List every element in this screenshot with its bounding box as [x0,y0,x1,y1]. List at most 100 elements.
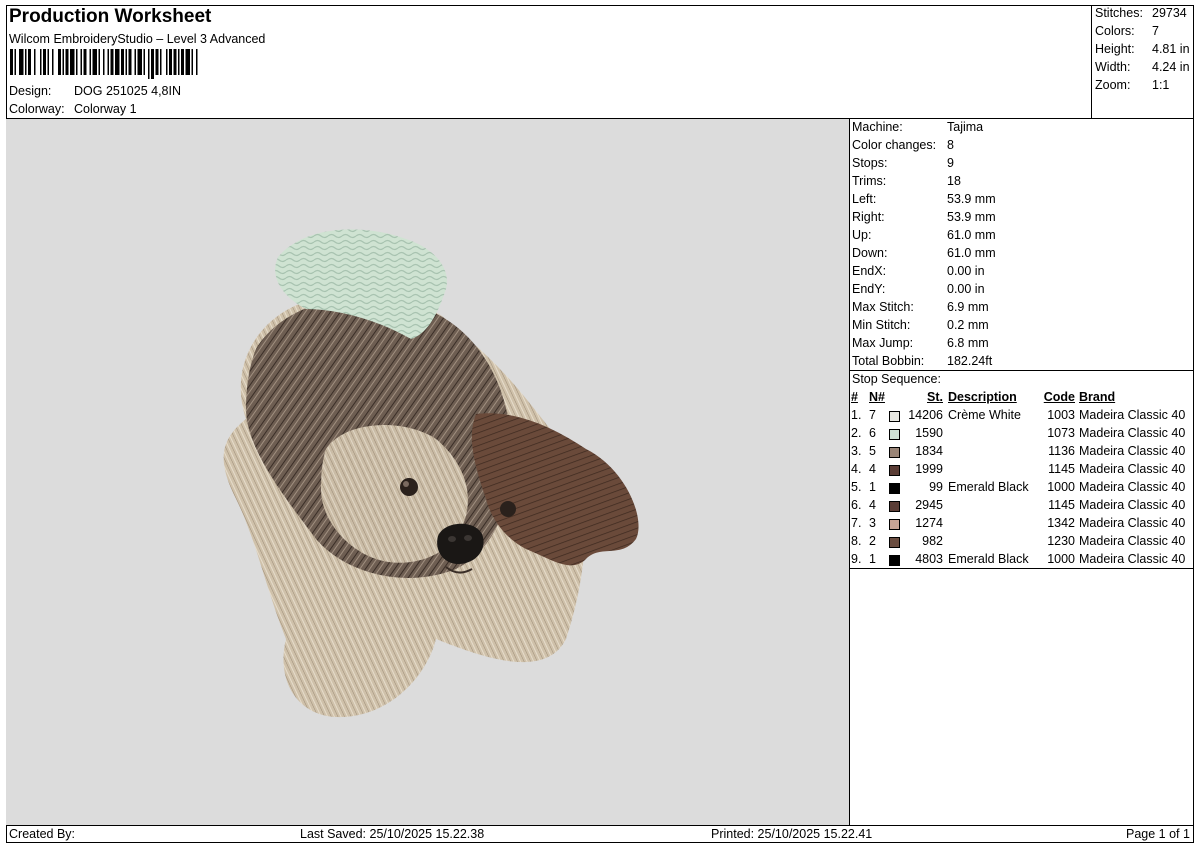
footer-rule [6,825,1194,826]
machine-info-value: 6.8 mm [947,336,989,350]
machine-info-value: 0.2 mm [947,318,989,332]
machine-info-label: Max Stitch: [852,300,914,314]
machine-info-label: Min Stitch: [852,318,911,332]
thread-brand: Madeira Classic 40 [1079,480,1186,494]
needle-number: 1 [869,552,876,566]
stitch-count: 1999 [915,462,943,476]
machine-info-row: Left: 53.9 mm [852,192,1182,210]
stat-label: Colors: [1095,24,1135,38]
machine-info-label: EndX: [852,264,887,278]
needle-number: 3 [869,516,876,530]
machine-info: Machine: Tajima Color changes: 8 Stops: 9 Trim… [852,120,1182,372]
needle-number: 5 [869,444,876,458]
created-by: Created By: [9,827,76,841]
stitch-count: 982 [922,534,943,548]
stop-sequence-bottom-rule [849,568,1194,569]
thread-code: 1230 [1047,534,1075,548]
machine-info-row: Trims: 18 [852,174,1182,192]
machine-info-value: 8 [947,138,954,152]
stat-label: Stitches: [1095,6,1143,20]
software-name: Wilcom EmbroideryStudio – Level 3 Advanc… [9,32,266,46]
stat-value: 4.81 in [1152,42,1190,56]
thread-brand: Madeira Classic 40 [1079,552,1186,566]
machine-info-label: Trims: [852,174,887,188]
thread-brand: Madeira Classic 40 [1079,498,1186,512]
stat-row: Stitches: 29734 [1095,6,1191,24]
machine-info-value: 0.00 in [947,264,985,278]
thread-brand: Madeira Classic 40 [1079,408,1186,422]
machine-info-label: Machine: [852,120,903,134]
col-stitches: St. [927,390,943,404]
stat-label: Zoom: [1095,78,1131,92]
machine-info-value: 182.24ft [947,354,993,368]
machine-info-value: 61.0 mm [947,246,996,260]
stop-sequence-rule [849,370,1194,371]
machine-info-row: Machine: Tajima [852,120,1182,138]
stat-row: Width: 4.24 in [1095,60,1191,78]
thread-brand: Madeira Classic 40 [1079,462,1186,476]
stitch-count: 2945 [915,498,943,512]
stat-row: Colors: 7 [1095,24,1191,42]
machine-info-value: 18 [947,174,961,188]
machine-info-row: Stops: 9 [852,156,1182,174]
stat-value: 29734 [1152,6,1187,20]
needle-number: 6 [869,426,876,440]
thread-code: 1000 [1047,552,1075,566]
machine-info-value: 0.00 in [947,282,985,296]
stop-sequence-row: 4. 4 1999 1145 Madeira Classic 40 [851,462,1193,480]
needle-number: 2 [869,534,876,548]
stitch-count: 4803 [915,552,943,566]
worksheet-title: Production Worksheet [9,6,212,27]
machine-info-label: Total Bobbin: [852,354,925,368]
stat-label: Height: [1095,42,1135,56]
stitch-count: 1834 [915,444,943,458]
stop-sequence-header: # N# St. Description Code Brand [851,390,1193,408]
barcode-image [10,49,198,79]
stat-value: 4.24 in [1152,60,1190,74]
machine-info-row: Color changes: 8 [852,138,1182,156]
machine-info-row: EndY: 0.00 in [852,282,1182,300]
thread-code: 1145 [1048,498,1075,512]
machine-info-row: Up: 61.0 mm [852,228,1182,246]
machine-info-label: Down: [852,246,888,260]
thread-code: 1003 [1047,408,1075,422]
design-stats: Stitches: 29734 Colors: 7 Height: 4.81 in Widt… [1095,6,1191,96]
stat-value: 1:1 [1152,78,1170,92]
stop-sequence-row: 1. 7 14206 Crème White 1003 Madeira Classic 4… [851,408,1193,426]
colorway-label: Colorway: [9,102,65,116]
stitch-count: 14206 [908,408,943,422]
thread-description: Emerald Black [948,480,1029,494]
needle-number: 1 [869,480,876,494]
stop-sequence-row: 5. 1 99 Emerald Black 1000 Madeira Classic 40 [851,480,1193,498]
embroidery-dog-image [223,229,639,718]
stop-sequence-row: 3. 5 1834 1136 Madeira Classic 40 [851,444,1193,462]
machine-info-row: Max Jump: 6.8 mm [852,336,1182,354]
thread-code: 1073 [1047,426,1075,440]
page-number: Page 1 of 1 [1126,827,1190,841]
colorway-name: Colorway 1 [74,102,137,116]
needle-number: 7 [869,408,876,422]
stat-row: Zoom: 1:1 [1095,78,1191,96]
machine-info-value: Tajima [947,120,984,134]
stat-row: Height: 4.81 in [1095,42,1191,60]
machine-info-label: Color changes: [852,138,937,152]
colorway-row: Colorway: Colorway 1 [0,102,400,118]
machine-info-value: 6.9 mm [947,300,989,314]
design-label: Design: [9,84,52,98]
machine-info-row: EndX: 0.00 in [852,264,1182,282]
thread-code: 1145 [1048,462,1075,476]
thread-brand: Madeira Classic 40 [1079,534,1186,548]
stitch-count: 1274 [915,516,943,530]
header-divider [1091,5,1092,118]
machine-info-row: Max Stitch: 6.9 mm [852,300,1182,318]
needle-number: 4 [869,462,876,476]
machine-info-label: Left: [852,192,877,206]
col-brand: Brand [1079,390,1116,404]
stitch-count: 99 [929,480,943,494]
design-preview [6,119,849,825]
machine-info-row: Down: 61.0 mm [852,246,1182,264]
thread-brand: Madeira Classic 40 [1079,444,1186,458]
panel-divider [849,119,850,825]
machine-info-label: Right: [852,210,885,224]
thread-brand: Madeira Classic 40 [1079,426,1186,440]
